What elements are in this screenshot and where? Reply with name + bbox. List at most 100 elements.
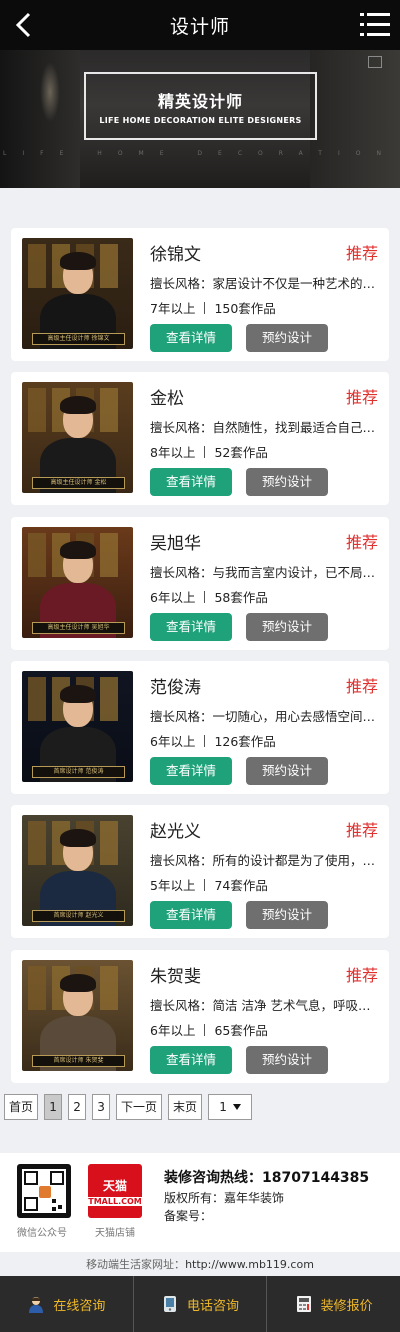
page-next-button[interactable]: 下一页	[116, 1094, 163, 1120]
designer-style: 擅长风格：一切随心，用心去感悟空间；感受生活	[150, 709, 378, 724]
pagination: 首页 1 2 3 下一页 末页 1	[4, 1094, 253, 1120]
designer-photo[interactable]: 首席设计师 范俊涛	[22, 671, 133, 782]
book-design-button[interactable]: 预约设计	[246, 1046, 328, 1074]
designer-name[interactable]: 徐锦文	[150, 240, 201, 265]
view-details-button[interactable]: 查看详情	[150, 1046, 232, 1074]
photo-hair	[60, 541, 96, 559]
designer-style: 擅长风格：与我而言室内设计，已不局限于空间	[150, 565, 378, 580]
view-details-button[interactable]: 查看详情	[150, 757, 232, 785]
page-1-button[interactable]: 1	[44, 1094, 63, 1120]
designer-name[interactable]: 范俊涛	[150, 673, 201, 698]
designer-works: 126套作品	[214, 734, 276, 749]
meta-divider	[204, 301, 206, 314]
designer-card[interactable]: 首席设计师 赵光义 赵光义 推荐擅长风格：所有的设计都是为了使用，室内设计 5年以上 7…	[11, 805, 389, 938]
quote-label: 装修报价	[320, 1298, 373, 1314]
meta-divider	[204, 445, 206, 458]
designer-card[interactable]: 高级主任设计师 金松 金松 推荐擅长风格：自然随性，找到最适合自己家的风格 8年以上 5…	[11, 372, 389, 505]
designer-experience: 8年以上	[150, 445, 196, 460]
person-icon	[29, 1297, 44, 1313]
photo-plaque: 高级主任设计师 金松	[32, 477, 125, 489]
wechat-qr-code[interactable]	[17, 1164, 71, 1218]
designer-works: 58套作品	[214, 590, 268, 605]
designer-experience: 6年以上	[150, 590, 196, 605]
designer-style: 擅长风格：自然随性，找到最适合自己家的风格	[150, 420, 378, 435]
recommend-tag: 推荐	[345, 244, 378, 263]
designer-style: 擅长风格：所有的设计都是为了使用，室内设计	[150, 853, 378, 868]
tmall-logo[interactable]: 天猫 TMALL.COM	[86, 1164, 144, 1218]
photo-plaque: 首席设计师 赵光义	[32, 910, 125, 922]
designer-card[interactable]: 高级主任设计师 吴旭华 吴旭华 推荐擅长风格：与我而言室内设计，已不局限于空间 6年以…	[11, 517, 389, 650]
recommend-tag: 推荐	[345, 388, 378, 407]
top-header: 设计师	[0, 0, 400, 50]
designer-name[interactable]: 吴旭华	[150, 529, 201, 554]
designer-works: 52套作品	[214, 445, 268, 460]
designer-photo[interactable]: 高级主任设计师 金松	[22, 382, 133, 493]
banner-title-frame: 精英设计师 LIFE HOME DECORATION ELITE DESIGNE…	[84, 72, 317, 140]
designer-meta: 8年以上 52套作品	[150, 442, 268, 461]
mobile-url-link[interactable]: http://www.mb119.com	[185, 1258, 314, 1271]
photo-plaque: 高级主任设计师 徐锦文	[32, 333, 125, 345]
designer-photo[interactable]: 高级主任设计师 吴旭华	[22, 527, 133, 638]
qr-corner	[24, 1171, 38, 1185]
mobile-url-label: 移动端生活家网址：	[86, 1258, 186, 1271]
phone-consult-button[interactable]: 电话咨询	[132, 1276, 267, 1332]
designer-works: 150套作品	[214, 301, 276, 316]
page-first-button[interactable]: 首页	[4, 1094, 39, 1120]
wechat-caption: 微信公众号	[17, 1228, 67, 1239]
banner-corner-icon	[368, 56, 382, 68]
back-button[interactable]	[10, 11, 38, 39]
designer-photo[interactable]: 首席设计师 朱贺斐	[22, 960, 133, 1071]
bottom-action-bar: 在线咨询 电话咨询 装修报价	[0, 1276, 400, 1332]
designer-name[interactable]: 朱贺斐	[150, 962, 201, 987]
caret-down-icon	[232, 1104, 241, 1110]
page-last-button[interactable]: 末页	[168, 1094, 203, 1120]
photo-hair	[60, 252, 96, 270]
recommend-tag: 推荐	[345, 677, 378, 696]
banner-lamp	[40, 62, 60, 122]
tmall-logo-en: TMALL.COM	[86, 1196, 144, 1206]
photo-plaque: 首席设计师 范俊涛	[32, 766, 125, 778]
designer-meta: 6年以上 65套作品	[150, 1020, 268, 1039]
view-details-button[interactable]: 查看详情	[150, 468, 232, 496]
designer-card[interactable]: 首席设计师 朱贺斐 朱贺斐 推荐擅长风格：简洁 洁净 艺术气息，呼吸开阔的空间 6年以…	[11, 950, 389, 1083]
designer-photo[interactable]: 首席设计师 赵光义	[22, 815, 133, 926]
page-select[interactable]: 1	[208, 1094, 253, 1120]
online-consult-button[interactable]: 在线咨询	[0, 1276, 133, 1332]
designer-meta: 7年以上 150套作品	[150, 298, 276, 317]
book-design-button[interactable]: 预约设计	[246, 468, 328, 496]
book-design-button[interactable]: 预约设计	[246, 613, 328, 641]
designer-name[interactable]: 赵光义	[150, 817, 201, 842]
qr-dot	[52, 1207, 56, 1211]
banner-decor-right	[310, 50, 400, 188]
page-3-button[interactable]: 3	[92, 1094, 111, 1120]
book-design-button[interactable]: 预约设计	[246, 901, 328, 929]
designer-card[interactable]: 首席设计师 范俊涛 范俊涛 推荐擅长风格：一切随心，用心去感悟空间；感受生活 6年以上…	[11, 661, 389, 794]
hotline-text[interactable]: 装修咨询热线：18707144385	[164, 1167, 369, 1187]
designer-name[interactable]: 金松	[150, 384, 184, 409]
menu-button[interactable]	[360, 10, 390, 40]
page-select-value: 1	[219, 1100, 227, 1114]
book-design-button[interactable]: 预约设计	[246, 324, 328, 352]
copyright-text: 版权所有：嘉年华装饰	[164, 1191, 285, 1205]
view-details-button[interactable]: 查看详情	[150, 901, 232, 929]
meta-divider	[204, 878, 206, 891]
banner-strip-text: LIFE HOME DECORATION	[3, 150, 397, 157]
qr-logo	[39, 1186, 51, 1198]
designer-meta: 5年以上 74套作品	[150, 875, 268, 894]
banner-title-cn: 精英设计师	[157, 91, 243, 111]
calculator-icon	[296, 1296, 311, 1312]
designer-style: 擅长风格：简洁 洁净 艺术气息，呼吸开阔的空间	[150, 998, 378, 1013]
qr-corner	[24, 1197, 38, 1211]
designer-photo[interactable]: 高级主任设计师 徐锦文	[22, 238, 133, 349]
designer-card[interactable]: 高级主任设计师 徐锦文 徐锦文 推荐 擅长风格：家居设计不仅是一种艺术的再现 7年以上 1…	[11, 228, 389, 361]
recommend-tag: 推荐	[345, 533, 378, 552]
quote-button[interactable]: 装修报价	[266, 1276, 400, 1332]
page-2-button[interactable]: 2	[68, 1094, 87, 1120]
recommend-tag: 推荐	[345, 821, 378, 840]
book-design-button[interactable]: 预约设计	[246, 757, 328, 785]
view-details-button[interactable]: 查看详情	[150, 613, 232, 641]
photo-hair	[60, 396, 96, 414]
designer-banner[interactable]: 精英设计师 LIFE HOME DECORATION ELITE DESIGNE…	[0, 50, 400, 188]
view-details-button[interactable]: 查看详情	[150, 324, 232, 352]
photo-plaque: 高级主任设计师 吴旭华	[32, 622, 125, 634]
